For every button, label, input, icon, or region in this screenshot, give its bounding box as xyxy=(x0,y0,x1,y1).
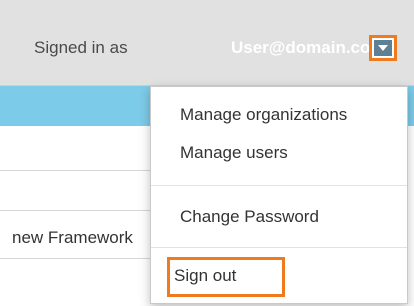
table-cell-text: new Framework xyxy=(12,228,133,247)
user-email[interactable]: User@domain.com xyxy=(231,38,379,58)
menu-item-manage-organizations[interactable]: Manage organizations xyxy=(180,105,347,125)
row-divider xyxy=(0,258,160,259)
caret-down-icon xyxy=(374,40,392,56)
menu-item-manage-users[interactable]: Manage users xyxy=(180,143,288,163)
menu-item-change-password[interactable]: Change Password xyxy=(180,207,319,227)
top-bar: Signed in as User@domain.com xyxy=(0,0,414,86)
row-divider xyxy=(0,170,160,171)
menu-divider xyxy=(151,247,407,248)
signed-in-label: Signed in as xyxy=(34,38,128,57)
row-divider xyxy=(0,210,160,211)
account-dropdown-button[interactable] xyxy=(369,35,397,61)
menu-divider xyxy=(151,185,407,186)
account-dropdown-menu: Manage organizations Manage users Change… xyxy=(150,86,408,304)
menu-item-sign-out[interactable]: Sign out xyxy=(174,266,236,286)
